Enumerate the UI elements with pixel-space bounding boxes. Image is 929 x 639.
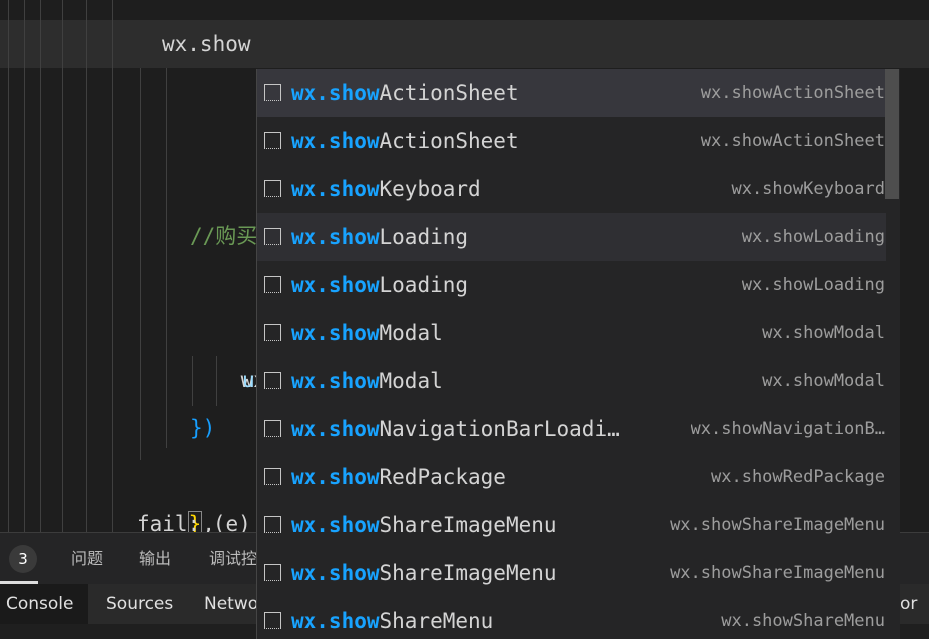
suggestion-match-text: wx.show: [291, 321, 380, 345]
method-icon: [264, 516, 281, 533]
suggestion-match-text: wx.show: [291, 225, 380, 249]
suggestion-match-text: wx.show: [291, 417, 380, 441]
suggestion-detail: wx.showShareImageMenu: [670, 563, 885, 583]
problem-count-badge[interactable]: 3: [9, 545, 37, 573]
tab-output[interactable]: 输出: [139, 533, 171, 585]
suggestion-rest-text: ShareImageMenu: [379, 513, 557, 537]
suggestion-label: wx.showRedPackage: [291, 453, 636, 501]
suggestion-label: wx.showModal: [291, 309, 636, 357]
suggestion-detail: wx.showActionSheet: [700, 83, 885, 103]
suggestion-item[interactable]: wx.showLoading wx.showLoading: [257, 213, 900, 261]
suggestion-match-text: wx.show: [291, 129, 380, 153]
indent-guide: [40, 0, 41, 532]
tab-console[interactable]: Console: [0, 584, 88, 624]
suggestion-item[interactable]: wx.showModal wx.showModal: [257, 309, 900, 357]
suggestion-match-text: wx.show: [291, 513, 380, 537]
suggestion-item[interactable]: wx.showShareImageMenu wx.showShareImageMe…: [257, 501, 900, 549]
autocomplete-suggestion-list[interactable]: wx.showShareMenu wx.showShareMenu wx.showS…: [256, 69, 900, 639]
suggestion-detail: wx.showModal: [762, 371, 885, 391]
suggestion-match-text: wx.show: [291, 81, 380, 105]
suggestion-rest-text: NavigationBarLoadi…: [379, 417, 620, 441]
method-icon: [264, 372, 281, 389]
indent-guide: [24, 0, 25, 532]
code-fragment: u: [242, 368, 255, 392]
suggestion-detail: wx.showShareMenu: [721, 611, 885, 631]
tab-sources[interactable]: Sources: [106, 584, 173, 624]
method-icon: [264, 324, 281, 341]
method-icon: [264, 468, 281, 485]
suggestion-match-text: wx.show: [291, 273, 380, 297]
suggestion-item[interactable]: wx.showShareImageMenu wx.showShareImageMe…: [257, 549, 900, 597]
code-close-paren: }): [190, 416, 216, 440]
suggestion-label: wx.showShareMenu: [291, 597, 636, 639]
suggestion-label: wx.showModal: [291, 357, 636, 405]
current-line-text[interactable]: wx.show: [162, 20, 251, 68]
method-icon: [264, 420, 281, 437]
method-icon: [264, 276, 281, 293]
suggestion-label: wx.showLoading: [291, 213, 636, 261]
suggestion-match-text: wx.show: [291, 609, 380, 633]
suggestion-item[interactable]: wx.showRedPackage wx.showRedPackage: [257, 453, 900, 501]
code-comment: //购买: [190, 224, 258, 248]
suggestion-item[interactable]: wx.showModal wx.showModal: [257, 357, 900, 405]
suggestion-label: wx.showActionSheet: [291, 117, 636, 165]
suggestion-item[interactable]: wx.showShareMenu wx.showShareMenu: [257, 597, 900, 639]
suggestion-detail: wx.showActionSheet: [700, 131, 885, 151]
suggestion-label: wx.showShareImageMenu: [291, 549, 636, 597]
indent-guide: [86, 0, 87, 532]
method-icon: [264, 84, 281, 101]
method-icon: [264, 132, 281, 149]
suggestion-item[interactable]: wx.showActionSheet wx.showActionSheet: [257, 117, 900, 165]
suggestion-label: wx.showLoading: [291, 261, 636, 309]
suggestion-item[interactable]: wx.showKeyboard wx.showKeyboard: [257, 165, 900, 213]
suggestion-rest-text: Modal: [379, 369, 443, 393]
suggestion-rest-text: ActionSheet: [379, 81, 519, 105]
method-icon: [264, 564, 281, 581]
tab-debug-console[interactable]: 调试控: [209, 533, 257, 585]
tab-overflow-text[interactable]: or: [900, 584, 917, 624]
suggestion-label: wx.showActionSheet: [291, 69, 636, 117]
suggestion-detail: wx.showKeyboard: [731, 179, 885, 199]
indent-guide: [8, 0, 9, 532]
indent-guide: [112, 0, 113, 532]
suggestion-match-text: wx.show: [291, 465, 380, 489]
suggestion-label: wx.showKeyboard: [291, 165, 636, 213]
method-icon: [264, 612, 281, 629]
tab-network[interactable]: Netwo: [204, 584, 258, 624]
suggestion-detail: wx.showModal: [762, 323, 885, 343]
indent-guide: [62, 0, 63, 532]
suggestion-rest-text: ShareImageMenu: [379, 561, 557, 585]
indent-guide: [166, 68, 167, 448]
suggestion-rest-text: Keyboard: [379, 177, 481, 201]
suggestion-item[interactable]: wx.showLoading wx.showLoading: [257, 261, 900, 309]
suggestion-detail: wx.showLoading: [741, 227, 885, 247]
suggestion-match-text: wx.show: [291, 369, 380, 393]
suggestion-rest-text: Modal: [379, 321, 443, 345]
suggestion-rest-text: Loading: [379, 225, 469, 249]
suggestion-label: wx.showShareImageMenu: [291, 501, 636, 549]
method-icon: [264, 180, 281, 197]
suggestion-scrollbar-thumb[interactable]: [885, 69, 899, 199]
suggestion-detail: wx.showLoading: [741, 275, 885, 295]
suggestion-rest-text: RedPackage: [379, 465, 506, 489]
code-fail-line: fail: (e): [137, 512, 251, 532]
suggestion-item[interactable]: wx.showActionSheet wx.showActionSheet: [257, 69, 900, 117]
suggestion-rest-text: ActionSheet: [379, 129, 519, 153]
method-icon: [264, 228, 281, 245]
suggestion-match-text: wx.show: [291, 561, 380, 585]
tab-problems[interactable]: 问题: [71, 533, 103, 585]
suggestion-rest-text: Loading: [379, 273, 469, 297]
current-line-highlight: [0, 20, 929, 68]
suggestion-item[interactable]: wx.showNavigationBarLoadi… wx.showNavigat…: [257, 405, 900, 453]
suggestion-rest-text: ShareMenu: [379, 609, 494, 633]
suggestion-detail: wx.showNavigationB…: [690, 419, 885, 439]
suggestion-detail: wx.showRedPackage: [711, 467, 885, 487]
suggestion-label: wx.showNavigationBarLoadi…: [291, 405, 636, 453]
suggestion-detail: wx.showShareImageMenu: [670, 515, 885, 535]
suggestion-match-text: wx.show: [291, 177, 380, 201]
indent-guide: [140, 68, 141, 460]
